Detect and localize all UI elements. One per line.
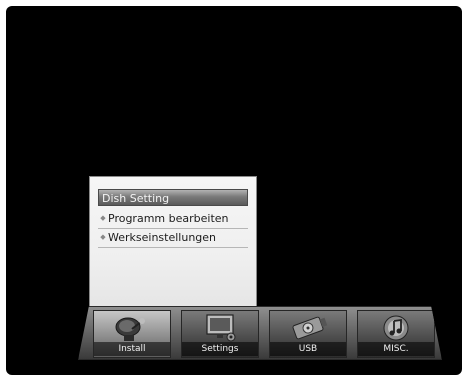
tv-screen: Dish Setting ◆ Programm bearbeiten ◆ Werks… <box>6 6 462 375</box>
submenu-item-label: Werkseinstellungen <box>108 231 217 244</box>
speaker-note-icon <box>383 315 409 341</box>
menu-tab-usb[interactable]: USB <box>269 310 347 358</box>
bullet-icon: ◆ <box>100 214 106 222</box>
submenu-divider <box>98 247 248 248</box>
submenu-item-label: Programm bearbeiten <box>108 212 229 225</box>
menu-tab-settings[interactable]: Settings <box>181 310 259 358</box>
install-submenu: Dish Setting ◆ Programm bearbeiten ◆ Werks… <box>89 176 257 314</box>
menu-tab-label: Install <box>94 342 170 356</box>
main-menu-bar: Install Settings USB MISC. <box>78 306 442 360</box>
submenu-item-dish-setting[interactable]: Dish Setting <box>98 189 248 206</box>
bullet-icon: ◆ <box>100 233 106 241</box>
menu-tab-label: MISC. <box>358 342 434 356</box>
menu-tab-label: USB <box>270 342 346 356</box>
submenu-item-werkseinstellungen[interactable]: ◆ Werkseinstellungen <box>98 229 248 248</box>
satellite-dish-icon <box>115 317 145 341</box>
menu-tab-label: Settings <box>182 342 258 356</box>
submenu-item-programm-bearbeiten[interactable]: ◆ Programm bearbeiten <box>98 210 248 229</box>
monitor-settings-icon <box>206 314 236 342</box>
menu-tab-misc[interactable]: MISC. <box>357 310 435 358</box>
usb-drive-icon <box>292 316 328 340</box>
submenu-item-label: Dish Setting <box>102 192 170 205</box>
menu-tab-install[interactable]: Install <box>93 310 171 358</box>
